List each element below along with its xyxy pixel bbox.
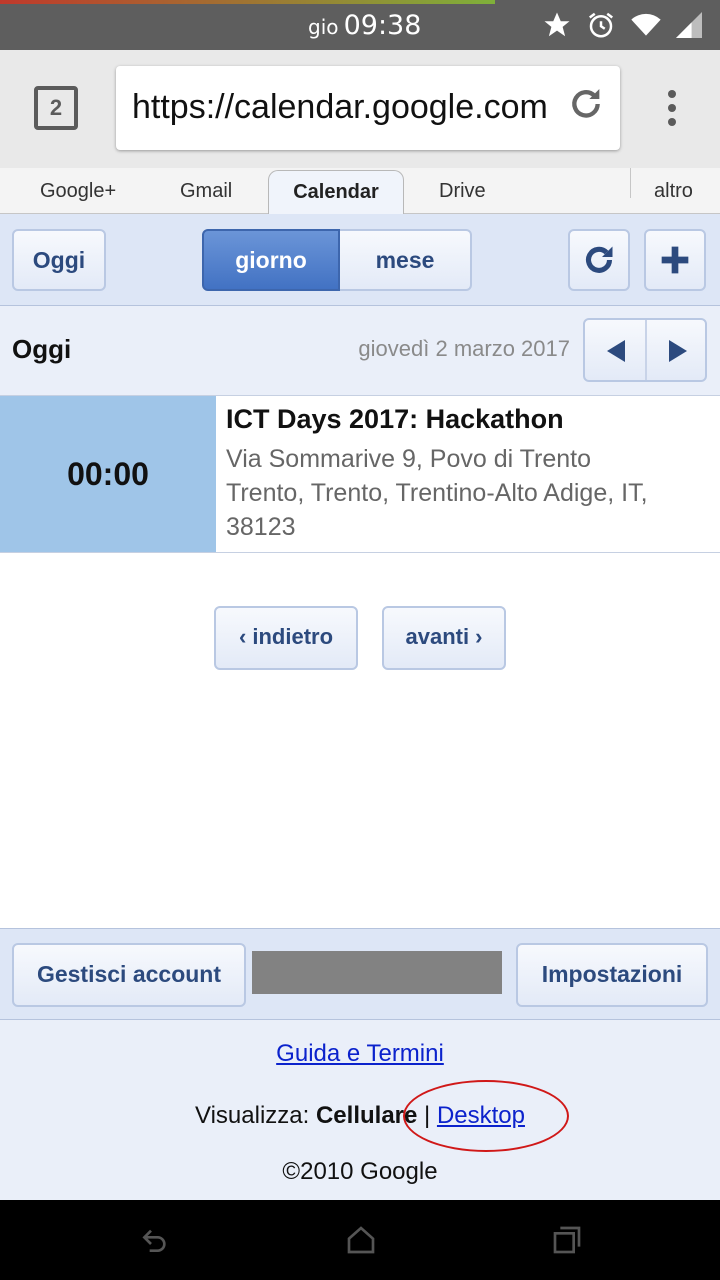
star-icon bbox=[542, 10, 572, 45]
nav-calendar[interactable]: Calendar bbox=[268, 170, 404, 215]
status-progress-line bbox=[0, 0, 495, 4]
manage-account-button[interactable]: Gestisci account bbox=[12, 943, 246, 1007]
nav-gmail[interactable]: Gmail bbox=[180, 180, 232, 203]
signal-icon bbox=[676, 11, 702, 44]
overflow-menu-icon[interactable] bbox=[660, 90, 684, 134]
url-bar[interactable]: https://calendar.google.com bbox=[116, 66, 620, 150]
account-bar: Gestisci account Impostazioni bbox=[0, 928, 720, 1020]
nav-drive[interactable]: Drive bbox=[439, 180, 486, 203]
status-day: gio bbox=[308, 15, 339, 39]
google-apps-nav: Google+ Gmail Calendar Drive altro bbox=[0, 168, 720, 215]
date-header: Oggi giovedì 2 marzo 2017 bbox=[0, 306, 720, 396]
forward-button[interactable]: avanti › bbox=[382, 606, 506, 670]
status-bar: gio 09:38 bbox=[0, 0, 720, 50]
help-terms-link[interactable]: Guida e Termini bbox=[276, 1040, 444, 1067]
annotation-circle bbox=[403, 1080, 569, 1152]
android-nav-bar bbox=[0, 1200, 720, 1280]
page-footer: Guida e Termini Visualizza: Cellulare | … bbox=[0, 1020, 720, 1200]
status-clock: gio 09:38 bbox=[308, 10, 421, 41]
copyright: ©2010 Google bbox=[282, 1158, 438, 1185]
add-event-button[interactable] bbox=[644, 229, 706, 291]
today-button[interactable]: Oggi bbox=[12, 229, 106, 291]
date-navigation bbox=[583, 318, 707, 382]
wifi-icon bbox=[630, 11, 662, 44]
settings-button[interactable]: Impostazioni bbox=[516, 943, 708, 1007]
status-time: 09:38 bbox=[343, 10, 422, 41]
url-text[interactable]: https://calendar.google.com bbox=[132, 88, 562, 127]
view-prefix: Visualizza: bbox=[195, 1102, 310, 1129]
recent-apps-icon[interactable] bbox=[550, 1224, 582, 1256]
month-view-tab[interactable]: mese bbox=[340, 229, 472, 291]
nav-divider bbox=[630, 168, 631, 198]
day-view-tab[interactable]: giorno bbox=[202, 229, 340, 291]
event-time: 00:00 bbox=[0, 396, 216, 552]
view-switcher: Visualizza: Cellulare | Desktop bbox=[0, 1102, 720, 1130]
date-heading: Oggi bbox=[12, 334, 72, 364]
nav-google-plus[interactable]: Google+ bbox=[40, 180, 116, 203]
back-button[interactable]: ‹ indietro bbox=[214, 606, 358, 670]
calendar-toolbar: Oggi giorno mese bbox=[0, 214, 720, 306]
home-icon[interactable] bbox=[344, 1224, 376, 1256]
event-location-line1: Via Sommarive 9, Povo di Trento bbox=[226, 445, 591, 473]
refresh-icon bbox=[581, 246, 617, 283]
event-location: Via Sommarive 9, Povo di Trento Trento, … bbox=[226, 442, 706, 544]
previous-day-icon[interactable] bbox=[607, 340, 625, 362]
alarm-icon bbox=[586, 10, 616, 45]
back-icon[interactable] bbox=[138, 1224, 170, 1256]
plus-icon bbox=[659, 246, 691, 281]
redacted-email-box bbox=[252, 951, 502, 994]
reload-icon[interactable] bbox=[566, 84, 606, 124]
refresh-button[interactable] bbox=[568, 229, 630, 291]
browser-toolbar: 2 https://calendar.google.com bbox=[0, 50, 720, 168]
event-location-line2: Trento, Trento, Trentino-Alto Adige, IT,… bbox=[226, 479, 648, 541]
event-title[interactable]: ICT Days 2017: Hackathon bbox=[226, 404, 564, 435]
tab-switcher-button[interactable]: 2 bbox=[34, 86, 78, 130]
next-day-icon[interactable] bbox=[669, 340, 687, 362]
nav-more[interactable]: altro bbox=[654, 180, 693, 203]
event-row[interactable]: 00:00 ICT Days 2017: Hackathon Via Somma… bbox=[0, 396, 720, 553]
current-date: giovedì 2 marzo 2017 bbox=[358, 336, 570, 361]
